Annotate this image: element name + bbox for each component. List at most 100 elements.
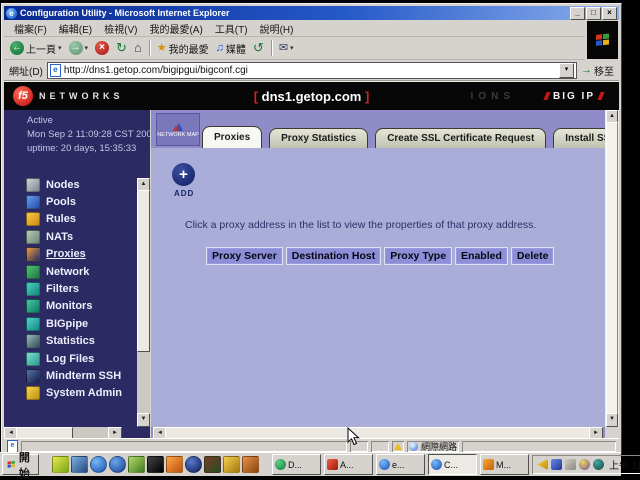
quick-launch-icon-4[interactable] [109, 456, 126, 473]
mail-dropdown-icon[interactable]: ▾ [290, 44, 294, 52]
quick-launch-icon-9[interactable] [204, 456, 221, 473]
statistics-icon [26, 334, 40, 348]
media-button[interactable]: ♫ 媒體 [214, 40, 248, 57]
network-icon [26, 265, 40, 279]
sidebar-item-proxies[interactable]: Proxies [4, 246, 136, 263]
sidebar-item-log-files[interactable]: Log Files [4, 350, 136, 367]
mindterm-ssh-icon [26, 369, 40, 383]
mouse-cursor [347, 427, 360, 447]
scroll-down-icon[interactable]: ▼ [606, 413, 618, 427]
menu-view[interactable]: 檢視(V) [98, 20, 143, 37]
sidebar-item-network[interactable]: Network [4, 263, 136, 280]
scroll-down-icon[interactable]: ▼ [137, 413, 150, 427]
windows-flag-icon [595, 33, 611, 47]
add-button-label: ADD [174, 189, 194, 198]
menu-tools[interactable]: 工具(T) [209, 20, 254, 37]
add-proxy-button[interactable]: + [172, 163, 195, 186]
home-button[interactable]: ⌂ [132, 40, 144, 56]
tray-icon-1[interactable] [537, 459, 548, 470]
network-map-icon [171, 122, 185, 131]
menu-file[interactable]: 檔案(F) [8, 20, 53, 37]
sidebar-item-monitors[interactable]: Monitors [4, 298, 136, 315]
mail-icon: ✉ [279, 41, 288, 55]
quick-launch-icon-3[interactable] [90, 456, 107, 473]
taskbar-window-button-1[interactable]: D... [272, 454, 321, 475]
quick-launch-icon-2[interactable] [71, 456, 88, 473]
refresh-icon: ↻ [116, 41, 127, 55]
column-header-enabled: Enabled [455, 247, 508, 265]
sidebar-item-nodes[interactable]: Nodes [4, 176, 136, 193]
quick-launch-icon-1[interactable] [52, 456, 69, 473]
history-icon: ↺ [253, 41, 264, 55]
main-vertical-scrollbar[interactable]: ▲ ▼ [605, 110, 619, 427]
sidebar-item-bigpipe[interactable]: BIGpipe [4, 315, 136, 332]
instruction-text: Click a proxy address in the list to vie… [185, 219, 591, 231]
forward-dropdown-icon[interactable]: ▾ [85, 44, 89, 52]
sidebar-item-filters[interactable]: Filters [4, 280, 136, 297]
go-button[interactable]: → 移至 [581, 63, 614, 78]
forward-button[interactable]: → ▾ [67, 40, 91, 56]
menu-favorites[interactable]: 我的最愛(A) [143, 20, 208, 37]
tab-proxy-statistics[interactable]: Proxy Statistics [269, 128, 368, 148]
media-icon: ♫ [216, 41, 224, 55]
quick-launch-icon-7[interactable] [166, 456, 183, 473]
quick-launch-icon-5[interactable] [128, 456, 145, 473]
taskbar-window-button-3[interactable]: e... [376, 454, 425, 475]
scrollbar-thumb[interactable] [606, 122, 618, 415]
mail-button[interactable]: ✉ ▾ [277, 40, 296, 56]
quick-launch-icon-8[interactable] [185, 456, 202, 473]
tab-create-ssl-certificate-request[interactable]: Create SSL Certificate Request [375, 128, 546, 148]
start-button[interactable]: 開始 [2, 454, 39, 475]
refresh-button[interactable]: ↻ [114, 40, 129, 56]
minimize-button[interactable]: _ [570, 7, 585, 20]
tab-proxies[interactable]: Proxies [202, 126, 262, 148]
quick-launch-icon-11[interactable] [242, 456, 259, 473]
nodes-icon [26, 178, 40, 192]
quick-launch-icon-10[interactable] [223, 456, 240, 473]
status-message-pane [21, 441, 347, 452]
menu-help[interactable]: 說明(H) [254, 20, 300, 37]
log-files-icon [26, 352, 40, 366]
taskbar: 開始 D... A... e... C... M... 上午 1 [0, 452, 621, 476]
sidebar-item-pools[interactable]: Pools [4, 193, 136, 210]
taskbar-window-button-2[interactable]: A... [324, 454, 373, 475]
maximize-button[interactable]: □ [586, 7, 601, 20]
sidebar-vertical-scrollbar[interactable]: ▲ ▼ [137, 178, 150, 427]
tray-icon-4[interactable] [579, 459, 590, 470]
favorites-button[interactable]: ★ 我的最愛 [155, 40, 211, 57]
address-input[interactable] [64, 64, 556, 77]
sidebar-item-nats[interactable]: NATs [4, 228, 136, 245]
address-bar: 網址(D) e ▾ → 移至 [4, 60, 619, 82]
close-button[interactable]: × [602, 7, 617, 20]
sidebar-item-statistics[interactable]: Statistics [4, 333, 136, 350]
stop-button[interactable]: × [93, 40, 111, 56]
history-button[interactable]: ↺ [251, 40, 266, 56]
sidebar-item-mindterm-ssh[interactable]: Mindterm SSH [4, 367, 136, 384]
taskbar-window-button-5[interactable]: M... [480, 454, 529, 475]
scrollbar-thumb[interactable] [137, 190, 150, 352]
sidebar-item-system-admin[interactable]: System Admin [4, 385, 136, 402]
network-map-button[interactable]: NETWORK MAP [156, 113, 200, 146]
tray-icon-3[interactable] [565, 459, 576, 470]
clock: 上午 11:00 [609, 457, 640, 472]
frames: Active Mon Sep 2 11:09:28 CST 2002 uptim… [4, 110, 619, 440]
quick-launch-icon-6[interactable] [147, 456, 164, 473]
taskbar-window-button-4-active[interactable]: C... [428, 454, 477, 475]
tray-icon-2[interactable] [551, 459, 562, 470]
windows-logo-throbber [587, 21, 618, 59]
menu-edit[interactable]: 編輯(E) [53, 20, 98, 37]
column-header-delete: Delete [511, 247, 555, 265]
back-dropdown-icon[interactable]: ▾ [58, 44, 62, 52]
tray-icon-5[interactable] [593, 459, 604, 470]
title-bar[interactable]: e Configuration Utility - Microsoft Inte… [4, 6, 619, 20]
proxies-content: + ADD Click a proxy address in the list … [151, 148, 605, 427]
sidebar-item-rules[interactable]: Rules [4, 211, 136, 228]
back-button[interactable]: ← 上一頁 ▾ [8, 40, 64, 57]
hostname-text: dns1.getop.com [262, 89, 362, 104]
address-dropdown-icon[interactable]: ▾ [559, 63, 574, 78]
status-uptime: uptime: 20 days, 15:35:33 [27, 142, 150, 156]
status-pane [462, 441, 616, 452]
tabs: Proxies Proxy Statistics Create SSL Cert… [202, 126, 619, 148]
app-icon [431, 459, 442, 470]
f5-company-name: NETWORKS [39, 91, 124, 101]
